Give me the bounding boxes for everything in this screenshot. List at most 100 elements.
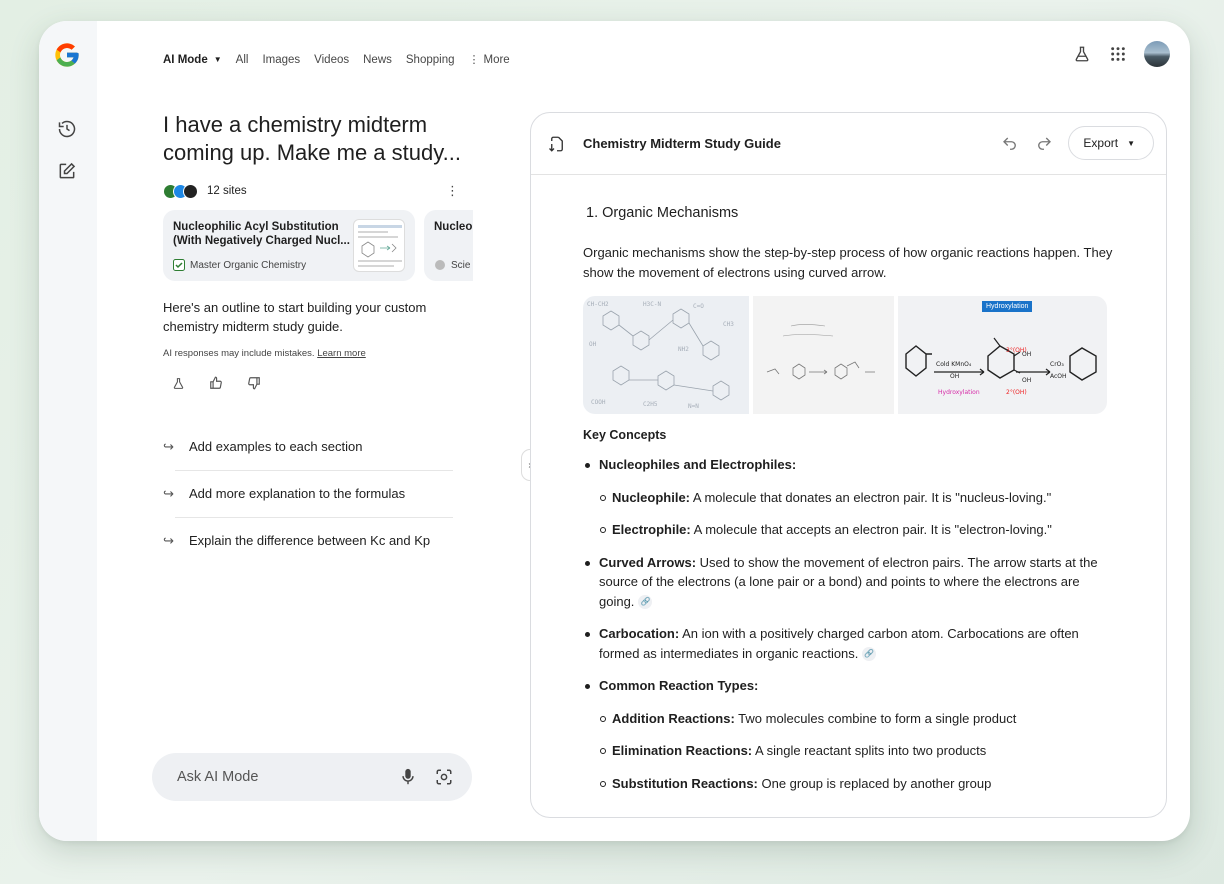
section-title: 1. Organic Mechanisms bbox=[586, 205, 739, 221]
caret-down-icon: ▼ bbox=[1127, 138, 1135, 148]
list-item: Elimination Reactions: A single reactant… bbox=[583, 741, 1113, 761]
svg-text:2°(OH): 2°(OH) bbox=[1006, 389, 1027, 396]
svg-text:NH2: NH2 bbox=[678, 346, 689, 353]
thumbs-down-icon[interactable] bbox=[246, 375, 262, 391]
citation-link-icon[interactable]: 🔗 bbox=[638, 595, 653, 610]
site-favicon bbox=[183, 183, 198, 199]
suggestion-item[interactable]: ↪ Add more explanation to the formulas bbox=[163, 470, 473, 517]
svg-text:OH: OH bbox=[1022, 377, 1031, 384]
svg-text:C=O: C=O bbox=[693, 303, 704, 310]
ai-disclaimer: AI responses may include mistakes. Learn… bbox=[163, 348, 366, 359]
svg-text:CrO₃: CrO₃ bbox=[1050, 361, 1064, 368]
svg-text:N=N: N=N bbox=[688, 403, 699, 410]
site-favicons bbox=[163, 183, 198, 199]
list-item: Nucleophiles and Electrophiles: bbox=[583, 455, 1113, 475]
history-icon[interactable] bbox=[56, 118, 78, 140]
site-logo-icon bbox=[435, 260, 445, 270]
study-guide-panel: Chemistry Midterm Study Guide Export ▼ 1.… bbox=[530, 112, 1167, 818]
source-card-site: Scie bbox=[434, 259, 470, 271]
doc-title: Chemistry Midterm Study Guide bbox=[583, 136, 781, 151]
feedback-row bbox=[163, 375, 473, 391]
source-card-thumbnail bbox=[353, 219, 405, 272]
list-item: Carbocation: An ion with a positively ch… bbox=[583, 624, 1113, 663]
hydroxylation-image[interactable]: Hydroxylation Cold KMnO₄ OH Hydroxylatio… bbox=[898, 296, 1107, 414]
svg-text:Cold KMnO₄: Cold KMnO₄ bbox=[936, 361, 972, 368]
tab-images[interactable]: Images bbox=[262, 54, 300, 66]
check-shield-icon bbox=[173, 259, 185, 271]
sites-count: 12 sites bbox=[207, 185, 247, 197]
subdirectory-arrow-icon: ↪ bbox=[163, 532, 174, 548]
source-card-title: Nucleophilic Acyl Substitution (With Neg… bbox=[173, 221, 350, 247]
source-card-title: Nucleo bbox=[434, 221, 473, 233]
citation-link-icon[interactable]: 🔗 bbox=[862, 647, 877, 662]
lens-camera-icon[interactable] bbox=[434, 767, 454, 787]
svg-text:C2H5: C2H5 bbox=[643, 401, 658, 408]
response-text: Here's an outline to start building your… bbox=[163, 300, 427, 334]
source-card[interactable]: Nucleo Scie bbox=[424, 210, 473, 281]
conversation-column: I have a chemistry midterm coming up. Ma… bbox=[163, 111, 473, 564]
tab-all[interactable]: All bbox=[236, 54, 249, 66]
follow-up-suggestions: ↪ Add examples to each section ↪ Add more … bbox=[163, 423, 473, 564]
labs-flask-icon[interactable] bbox=[170, 375, 186, 391]
redo-icon[interactable] bbox=[1035, 135, 1053, 153]
svg-text:COOH: COOH bbox=[591, 399, 606, 406]
ask-placeholder: Ask AI Mode bbox=[177, 769, 259, 785]
new-chat-icon[interactable] bbox=[56, 160, 78, 182]
list-item: Substitution Reactions: One group is rep… bbox=[583, 774, 1113, 794]
top-bar: AI Mode ▼ All Images Videos News Shopping… bbox=[97, 21, 1190, 91]
svg-text:CH3: CH3 bbox=[723, 321, 734, 328]
list-item: Nucleophile: A molecule that donates an … bbox=[583, 488, 1113, 508]
source-cards: Nucleophilic Acyl Substitution (With Neg… bbox=[163, 210, 473, 281]
source-card-site: Master Organic Chemistry bbox=[173, 259, 306, 271]
svg-text:H3C-N: H3C-N bbox=[643, 301, 661, 308]
list-item: Addition Reactions: Two molecules combin… bbox=[583, 709, 1113, 729]
ask-icons bbox=[382, 767, 454, 787]
search-tabs: AI Mode ▼ All Images Videos News Shopping… bbox=[163, 53, 524, 67]
document-export-icon bbox=[549, 136, 563, 152]
thumbs-up-icon[interactable] bbox=[208, 375, 224, 391]
svg-text:OH: OH bbox=[1022, 351, 1031, 358]
caret-down-icon: ▼ bbox=[213, 55, 222, 64]
list-item: Common Reaction Types: bbox=[583, 676, 1113, 696]
labs-flask-icon[interactable] bbox=[1070, 42, 1094, 66]
suggestion-item[interactable]: ↪ Add examples to each section bbox=[163, 423, 473, 470]
user-query: I have a chemistry midterm coming up. Ma… bbox=[163, 112, 461, 165]
google-logo[interactable] bbox=[53, 41, 81, 69]
tab-more[interactable]: ⋮ More bbox=[468, 53, 510, 67]
tab-ai-mode[interactable]: AI Mode ▼ bbox=[163, 54, 222, 66]
tab-shopping[interactable]: Shopping bbox=[406, 54, 455, 66]
list-item: Electrophile: A molecule that accepts an… bbox=[583, 520, 1113, 540]
more-vert-icon[interactable]: ⋮ bbox=[446, 183, 459, 199]
suggestion-item[interactable]: ↪ Explain the difference between Kc and K… bbox=[163, 517, 473, 564]
sources-row[interactable]: 12 sites ⋮ bbox=[163, 181, 473, 201]
image-strip: CH-CH2 H3C-N C=O OH NH2 CH3 COOH C2H5 N=N bbox=[583, 296, 1107, 414]
svg-text:OH: OH bbox=[950, 373, 959, 380]
subdirectory-arrow-icon: ↪ bbox=[163, 438, 174, 454]
subdirectory-arrow-icon: ↪ bbox=[163, 485, 174, 501]
learn-more-link[interactable]: Learn more bbox=[317, 348, 366, 359]
tab-news[interactable]: News bbox=[363, 54, 392, 66]
apps-grid-icon[interactable] bbox=[1106, 42, 1130, 66]
more-vert-icon: ⋮ bbox=[468, 54, 480, 66]
microphone-icon[interactable] bbox=[398, 767, 418, 787]
svg-text:CH-CH2: CH-CH2 bbox=[587, 301, 609, 308]
chemistry-image[interactable]: CH-CH2 H3C-N C=O OH NH2 CH3 COOH C2H5 N=N bbox=[583, 296, 749, 414]
undo-icon[interactable] bbox=[1001, 135, 1019, 153]
section-intro: Organic mechanisms show the step-by-step… bbox=[583, 245, 1113, 280]
svg-text:OH: OH bbox=[589, 341, 597, 348]
doc-body: 1. Organic Mechanisms Organic mechanisms… bbox=[583, 175, 1113, 793]
list-item: Curved Arrows: Used to show the movement… bbox=[583, 553, 1113, 612]
source-card[interactable]: Nucleophilic Acyl Substitution (With Neg… bbox=[163, 210, 415, 281]
account-avatar[interactable] bbox=[1144, 41, 1170, 67]
svg-text:AcOH: AcOH bbox=[1050, 373, 1067, 380]
ask-input[interactable]: Ask AI Mode bbox=[152, 753, 472, 801]
side-rail bbox=[39, 21, 97, 841]
doc-header: Chemistry Midterm Study Guide Export ▼ bbox=[531, 113, 1166, 175]
concept-list: Nucleophiles and Electrophiles: Nucleoph… bbox=[583, 455, 1113, 793]
chemistry-image[interactable] bbox=[753, 296, 894, 414]
svg-text:Hydroxylation: Hydroxylation bbox=[938, 389, 980, 396]
app-window: AI Mode ▼ All Images Videos News Shopping… bbox=[39, 21, 1190, 841]
export-button[interactable]: Export ▼ bbox=[1068, 126, 1154, 160]
top-icons bbox=[1058, 41, 1170, 67]
tab-videos[interactable]: Videos bbox=[314, 54, 349, 66]
